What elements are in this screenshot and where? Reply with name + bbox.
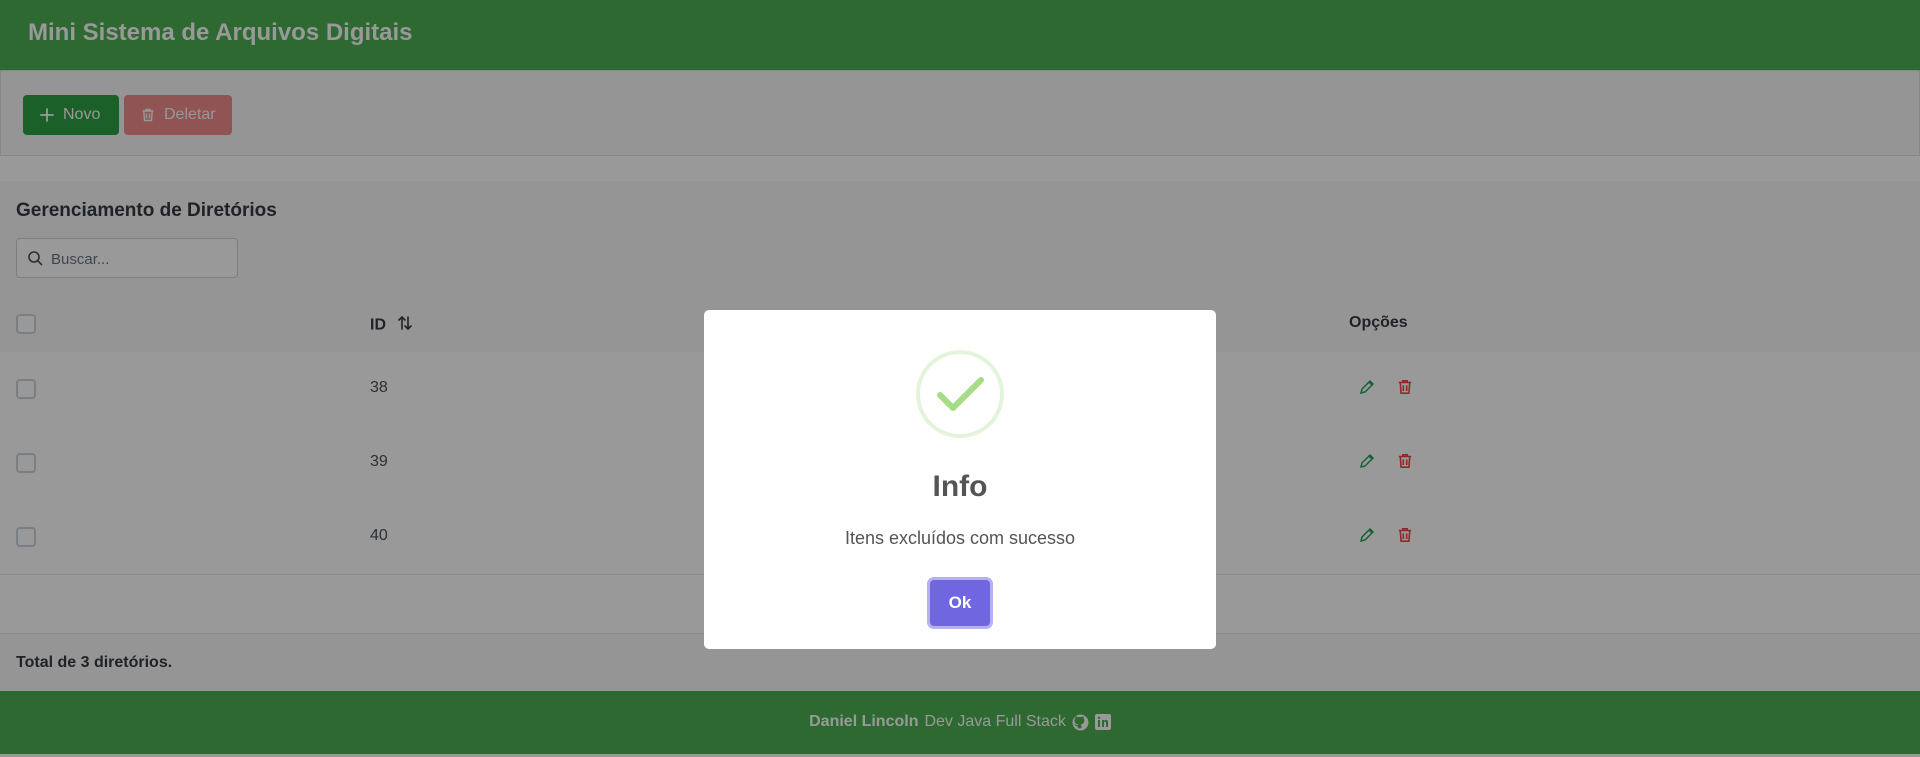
dialog-message: Itens excluídos com sucesso — [844, 528, 1076, 548]
success-check-icon — [916, 350, 1004, 438]
ok-button[interactable]: Ok — [930, 580, 990, 626]
info-dialog: Info Itens excluídos com sucesso Ok — [704, 310, 1216, 649]
dialog-title: Info — [932, 470, 988, 503]
